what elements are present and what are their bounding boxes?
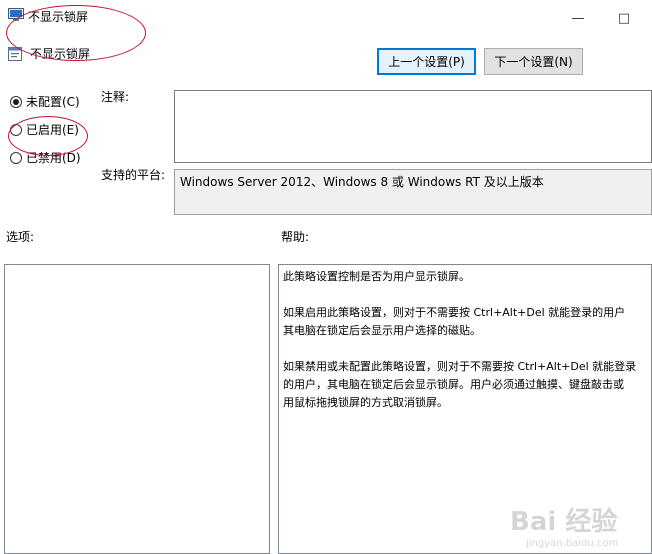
previous-setting-button[interactable]: 上一个设置(P)	[377, 48, 476, 75]
help-paragraph: 如果禁用或未配置此策略设置，则对于不需要按 Ctrl+Alt+Del 就能登录 …	[283, 358, 647, 412]
radio-button[interactable]	[10, 152, 22, 164]
radio-label: 未配置(C)	[26, 95, 80, 109]
annotation-ellipse-enabled	[8, 116, 88, 156]
comment-label: 注释:	[101, 90, 130, 104]
help-paragraph: 此策略设置控制是否为用户显示锁屏。	[283, 268, 647, 286]
watermark-url: jingyan.baidu.com	[525, 538, 618, 549]
help-paragraph: 如果启用此策略设置，则对于不需要按 Ctrl+Alt+Del 就能登录的用户 其…	[283, 304, 647, 340]
supported-platform-label: 支持的平台:	[101, 168, 166, 182]
help-line: 如果启用此策略设置，则对于不需要按 Ctrl+Alt+Del 就能登录的用户	[283, 306, 626, 319]
help-line: 此策略设置控制是否为用户显示锁屏。	[283, 270, 470, 283]
maximize-button[interactable]: □	[602, 5, 646, 31]
radio-not-configured[interactable]: 未配置(C)	[10, 94, 80, 110]
supported-platform-value: Windows Server 2012、Windows 8 或 Windows …	[174, 169, 652, 215]
options-label: 选项:	[6, 230, 35, 244]
next-setting-button[interactable]: 下一个设置(N)	[484, 48, 583, 75]
radio-button[interactable]	[10, 96, 22, 108]
minimize-button[interactable]: —	[556, 5, 600, 31]
help-line: 其电脑在锁定后会显示用户选择的磁贴。	[283, 324, 481, 337]
baidu-jingyan-watermark: Bai 经验 jingyan.baidu.com	[506, 502, 646, 550]
help-line: 的用户，其电脑在锁定后会显示锁屏。用户必须通过触摸、键盘敲击或	[283, 378, 624, 391]
help-line: 如果禁用或未配置此策略设置，则对于不需要按 Ctrl+Alt+Del 就能登录	[283, 360, 637, 373]
watermark-text: Bai 经验	[510, 506, 617, 537]
comment-textarea[interactable]	[174, 90, 652, 163]
annotation-ellipse-title	[6, 5, 146, 61]
help-label: 帮助:	[281, 230, 310, 244]
options-panel[interactable]	[4, 264, 270, 554]
help-line: 用鼠标拖拽锁屏的方式取消锁屏。	[283, 396, 448, 409]
